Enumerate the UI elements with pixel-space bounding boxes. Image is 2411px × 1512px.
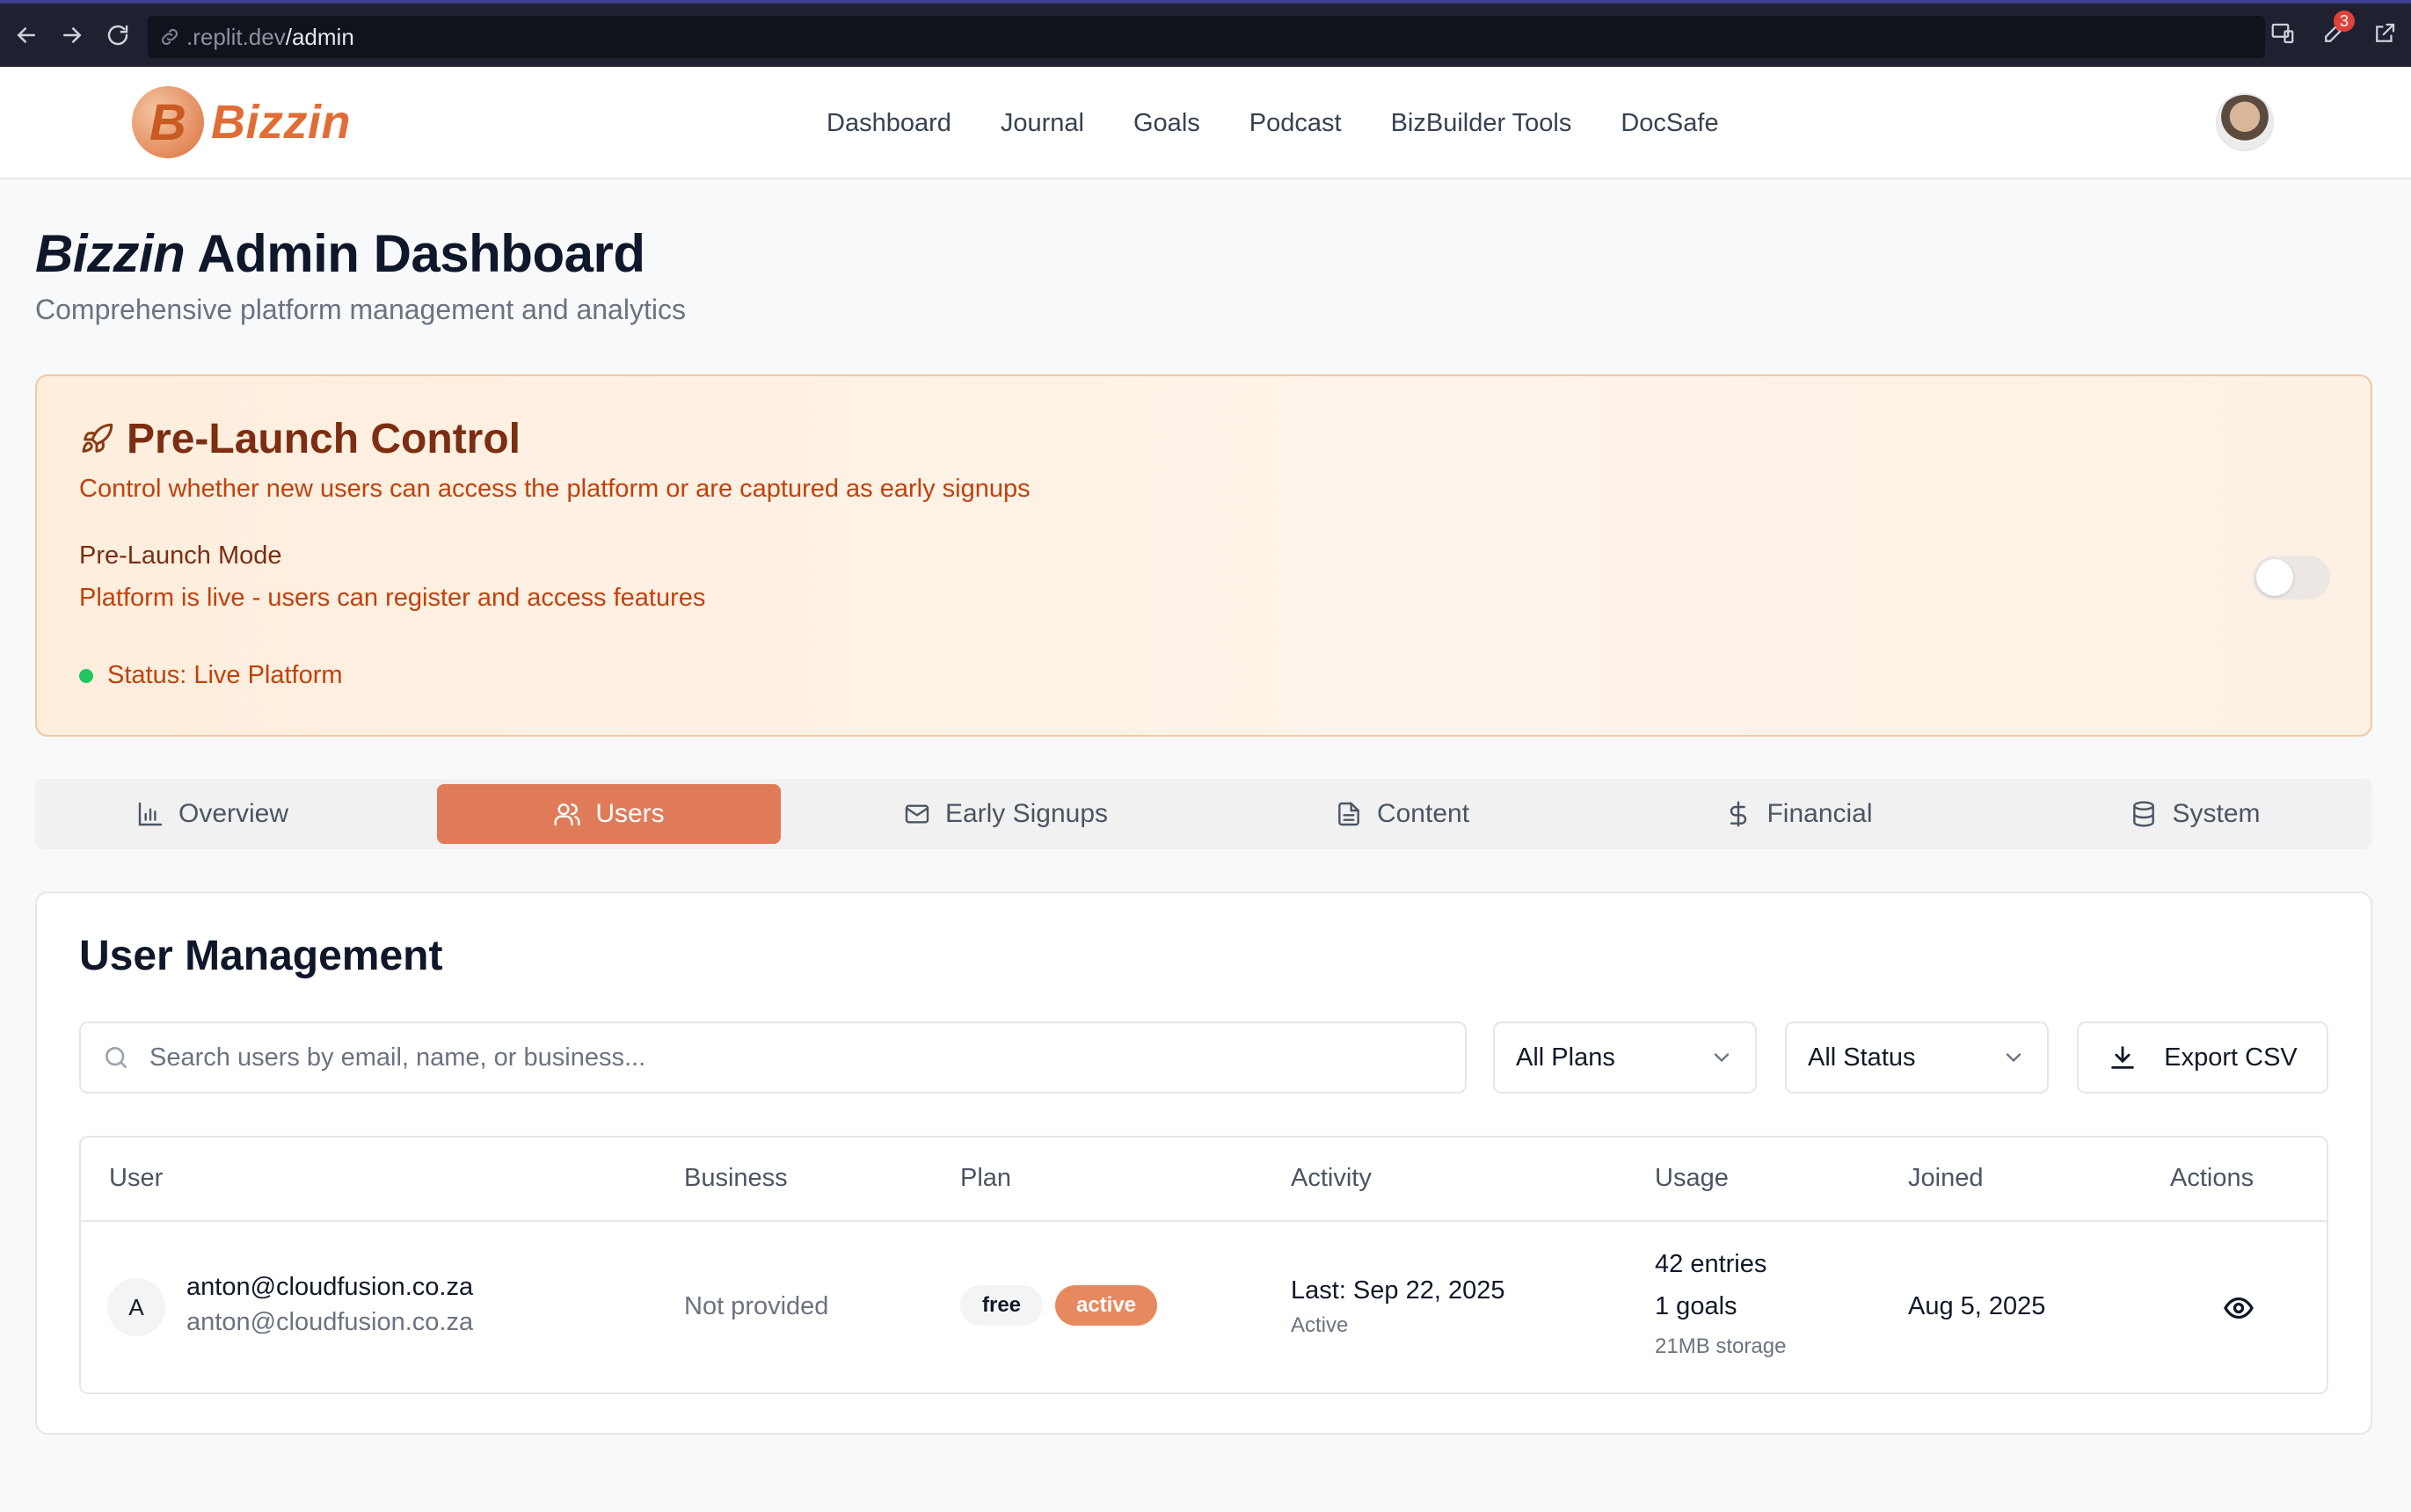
usage-entries: 42 entries [1655,1250,1767,1278]
plan-badge: free [960,1285,1043,1326]
col-plan: Plan [960,1164,1012,1192]
devices-icon[interactable] [2265,16,2300,51]
logo-mark: B [132,86,204,158]
table-row: A anton@cloudfusion.co.za anton@cloudfus… [81,1222,2327,1394]
notification-badge: 3 [2334,11,2355,32]
prelaunch-description: Control whether new users can access the… [79,475,1031,503]
tab-financial[interactable]: Financial [1627,784,1970,844]
prelaunch-mode-label: Pre-Launch Mode [79,542,282,570]
nav-dashboard[interactable]: Dashboard [827,109,951,138]
admin-tabs: Overview Users Early Signups Content Fin… [35,779,2372,849]
user-email: anton@cloudfusion.co.za [186,1273,474,1301]
page-title: Bizzin Admin Dashboard [35,224,645,283]
usage-storage: 21MB storage [1655,1334,1787,1358]
prelaunch-status: Status: Live Platform [79,661,343,690]
search-input[interactable] [149,1043,1433,1072]
activity-state: Active [1291,1313,1349,1337]
status-filter-select[interactable]: All Status [1785,1021,2049,1094]
address-bar[interactable]: .replit.dev/admin [148,16,2265,58]
activity-last: Last: Sep 22, 2025 [1291,1276,1505,1305]
forward-icon[interactable] [53,16,91,55]
nav-goals[interactable]: Goals [1133,109,1200,138]
tab-early-signups[interactable]: Early Signups [834,784,1177,844]
reload-icon[interactable] [98,16,137,55]
tab-users[interactable]: Users [437,784,781,844]
col-actions: Actions [2170,1164,2254,1192]
chevron-down-icon [1714,1053,1730,1063]
tools-icon[interactable]: 3 [2316,11,2355,51]
browser-toolbar: .replit.dev/admin 3 [0,0,2411,67]
table-header: User Business Plan Activity Usage Joined… [81,1138,2327,1222]
url-text: .replit.dev/admin [186,23,354,50]
col-joined: Joined [1908,1164,1984,1192]
usage-goals: 1 goals [1655,1292,1737,1320]
status-badge: active [1055,1285,1157,1326]
col-usage: Usage [1655,1164,1729,1192]
search-icon [105,1047,127,1068]
bar-chart-icon [138,802,163,826]
link-icon [161,28,178,46]
nav-journal[interactable]: Journal [1001,109,1084,138]
col-activity: Activity [1291,1164,1372,1192]
page-subtitle: Comprehensive platform management and an… [35,294,686,325]
tab-system[interactable]: System [2023,784,2367,844]
back-icon[interactable] [7,16,46,55]
user-name: anton@cloudfusion.co.za [186,1308,474,1336]
user-avatar: A [107,1278,165,1336]
col-business: Business [684,1164,788,1192]
brand-logo[interactable]: B Bizzin [132,86,351,158]
users-icon [554,803,580,826]
users-table: User Business Plan Activity Usage Joined… [79,1136,2328,1394]
prelaunch-mode-toggle[interactable] [2253,556,2330,600]
nav-bizbuilder-tools[interactable]: BizBuilder Tools [1391,109,1572,138]
prelaunch-title: Pre-Launch Control [79,415,521,463]
user-search[interactable] [79,1021,1467,1094]
prelaunch-card: Pre-Launch Control Control whether new u… [35,374,2372,737]
status-dot-icon [79,668,93,683]
profile-avatar[interactable] [2216,93,2274,151]
prelaunch-mode-description: Platform is live - users can register an… [79,584,706,612]
external-link-icon[interactable] [2367,16,2402,51]
toggle-knob [2256,559,2293,596]
mail-icon [905,804,929,824]
main-nav: Dashboard Journal Goals Podcast BizBuild… [827,67,1719,179]
col-user: User [109,1164,164,1192]
rocket-icon [82,423,113,453]
tab-content[interactable]: Content [1230,784,1574,844]
eye-icon[interactable] [2223,1292,2254,1324]
user-business: Not provided [684,1292,829,1320]
joined-date: Aug 5, 2025 [1908,1292,2046,1320]
logo-text: Bizzin [211,96,351,149]
dollar-icon [1730,801,1747,827]
database-icon [2133,801,2155,827]
user-management-card: User Management All Plans All Status Exp… [35,891,2372,1435]
tab-overview[interactable]: Overview [40,784,384,844]
file-text-icon [1338,802,1359,826]
chevron-down-icon [2006,1053,2021,1063]
export-csv-button[interactable]: Export CSV [2077,1021,2328,1094]
nav-podcast[interactable]: Podcast [1249,109,1342,138]
plan-filter-select[interactable]: All Plans [1493,1021,1757,1094]
nav-docsafe[interactable]: DocSafe [1621,109,1718,138]
download-icon [2111,1046,2134,1069]
app-header: B Bizzin Dashboard Journal Goals Podcast… [0,67,2411,179]
user-management-title: User Management [79,933,443,979]
